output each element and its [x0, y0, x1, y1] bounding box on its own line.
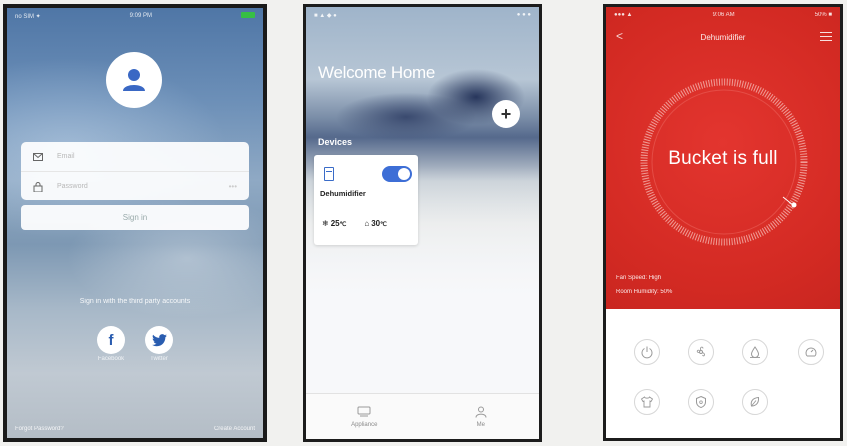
timer-icon	[805, 347, 817, 357]
password-placeholder: Password	[57, 182, 88, 190]
battery-icon	[241, 12, 255, 18]
device-temperatures: ❄ 25℃ ⌂ 30℃	[322, 219, 387, 228]
twitter-label: Twitter	[150, 356, 168, 362]
status-panel: ●●● ▲ 9:06 AM 50% ■ < Dehumidifier Bucke…	[606, 7, 840, 309]
password-field[interactable]: Password •••	[21, 171, 249, 200]
toggle-knob	[398, 168, 410, 180]
status-time: 9:06 AM	[712, 12, 735, 18]
mail-icon	[33, 152, 43, 161]
device-card[interactable]: Dehumidifier ❄ 25℃ ⌂ 30℃	[314, 155, 418, 245]
bottom-links: Forgot Password? Create Account	[15, 426, 255, 432]
house-icon: ⌂	[364, 219, 370, 228]
add-device-button[interactable]: +	[492, 100, 520, 128]
third-party-text: Sign in with the third party accounts	[79, 298, 191, 305]
temp-unit: ℃	[380, 222, 387, 228]
appliance-icon	[357, 406, 371, 416]
eco-mode-button[interactable]	[742, 389, 768, 415]
indoor-temp-value: 25	[330, 219, 340, 228]
dry-mode-button[interactable]	[742, 339, 768, 365]
fan-icon	[696, 346, 705, 357]
twitter-icon	[145, 326, 173, 354]
dehumidifier-phone: ●●● ▲ 9:06 AM 50% ■ < Dehumidifier Bucke…	[603, 4, 843, 441]
status-right: ● ● ●	[516, 12, 531, 18]
home-hero-image	[306, 7, 539, 297]
power-button[interactable]	[634, 339, 660, 365]
status-carrier: no SIM ✦	[15, 13, 41, 20]
twitter-login[interactable]: Twitter	[139, 326, 179, 362]
email-placeholder: Email	[57, 153, 75, 160]
drop-icon	[750, 346, 760, 358]
shirt-icon	[640, 396, 654, 408]
home-phone: ■ ▲ ◆ ● ● ● ● Welcome Home + Devices Deh…	[303, 4, 542, 442]
outdoor-temp-value: 30	[371, 219, 381, 228]
page-title: Dehumidifier	[700, 33, 746, 42]
forgot-password-link[interactable]: Forgot Password?	[15, 426, 64, 432]
facebook-icon: f	[97, 326, 125, 354]
lock-icon	[33, 182, 43, 192]
room-humidity-text: Room Humidity: 50%	[616, 289, 673, 295]
facebook-login[interactable]: f Facebook	[91, 326, 131, 362]
login-screen: no SIM ✦ 9:09 PM Email Password ••• Sign…	[7, 8, 263, 438]
login-form: Email Password •••	[21, 142, 249, 200]
facebook-label: Facebook	[97, 356, 125, 362]
status-bar: ■ ▲ ◆ ● ● ● ●	[306, 7, 539, 23]
dehumidifier-icon	[324, 167, 334, 181]
tab-bar: Appliance Me	[306, 393, 539, 439]
status-bar: ●●● ▲ 9:06 AM 50% ■	[606, 7, 840, 23]
leaf-icon	[750, 396, 760, 407]
page-title: Welcome Home	[318, 63, 436, 82]
snowflake-icon: ❄	[322, 219, 329, 228]
power-toggle[interactable]	[382, 166, 412, 182]
devices-heading: Devices	[318, 137, 353, 147]
status-right: 50% ■	[814, 12, 832, 18]
ion-mode-button[interactable]	[688, 389, 714, 415]
temp-unit: ℃	[339, 222, 347, 228]
avatar[interactable]	[106, 52, 162, 108]
laundry-mode-button[interactable]	[634, 389, 660, 415]
menu-icon[interactable]	[820, 32, 832, 41]
tab-label: Appliance	[351, 421, 378, 428]
device-name: Dehumidifier	[320, 189, 366, 198]
bucket-status-text: Bucket is full	[668, 148, 778, 169]
user-icon	[123, 69, 145, 91]
power-icon	[641, 346, 653, 359]
status-left: ●●● ▲	[614, 12, 633, 18]
sign-in-button[interactable]: Sign in	[21, 205, 249, 230]
status-time: 9:09 PM	[129, 13, 153, 19]
status-battery	[241, 12, 255, 20]
indoor-temp: ❄ 25℃	[322, 219, 346, 228]
fan-speed-text: Fan Speed: High	[616, 275, 662, 281]
tab-label: Me	[476, 421, 485, 428]
tab-me[interactable]: Me	[423, 394, 540, 439]
outdoor-temp: ⌂ 30℃	[364, 219, 387, 228]
email-field[interactable]: Email	[21, 142, 249, 171]
timer-button[interactable]	[798, 339, 824, 365]
fan-button[interactable]	[688, 339, 714, 365]
tab-appliance[interactable]: Appliance	[306, 394, 423, 439]
person-icon	[475, 406, 487, 418]
status-bar: no SIM ✦ 9:09 PM	[7, 8, 263, 24]
password-visibility-toggle[interactable]: •••	[229, 182, 237, 191]
create-account-link[interactable]: Create Account	[214, 426, 255, 432]
login-phone: no SIM ✦ 9:09 PM Email Password ••• Sign…	[3, 4, 267, 442]
status-left: ■ ▲ ◆ ●	[314, 12, 337, 19]
shield-icon	[696, 395, 706, 409]
